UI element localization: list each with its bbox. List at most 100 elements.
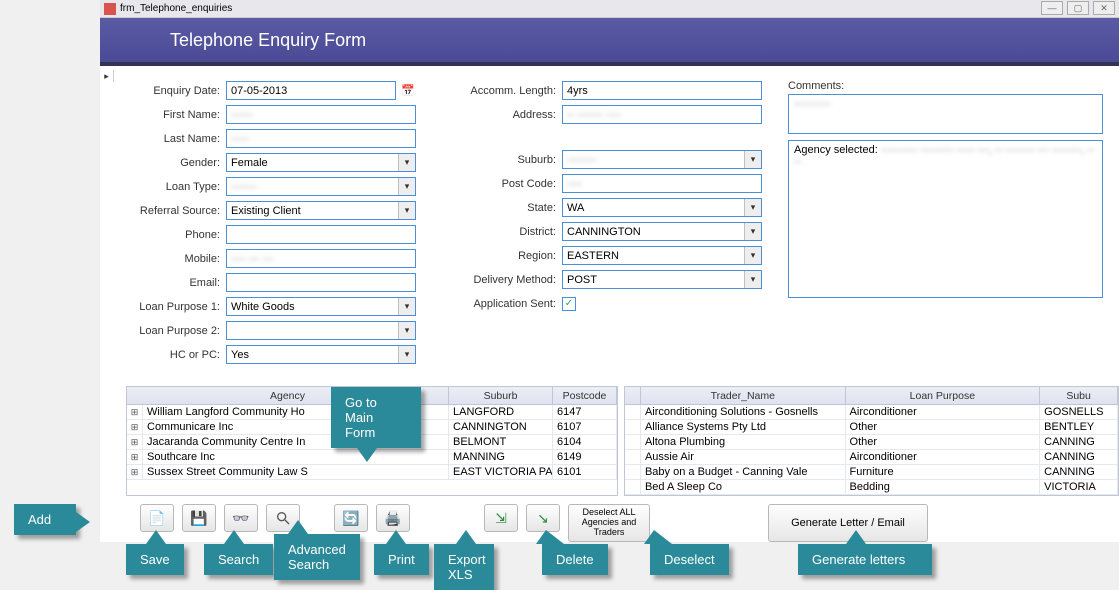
agency-grid-header-postcode[interactable]: Postcode [553,387,617,404]
comments-textarea[interactable]: ---------- [788,94,1103,134]
expand-icon[interactable]: ⊞ [127,435,143,449]
referral-source-label: Referral Source: [116,205,226,217]
close-button[interactable]: ✕ [1093,1,1115,15]
row-selector[interactable] [625,420,641,434]
maximize-button[interactable]: ▢ [1067,1,1089,15]
suburb-cell[interactable]: MANNING [449,450,553,464]
agency-grid-row[interactable]: ⊞Sussex Street Community Law SEAST VICTO… [127,465,617,480]
toolbar: 📄 💾 👓 🔄 🖨️ ⇲ ↘ Deselect ALL Agencies and… [100,496,1119,542]
region-combo[interactable]: EASTERN [562,246,762,265]
address-input[interactable]: -- ------- ---- [562,105,762,124]
agency-selected-prefix: Agency selected: [794,144,878,156]
suburb-cell[interactable]: CANNINGTON [449,420,553,434]
trader-grid-header-trader[interactable]: Trader_Name [641,387,846,404]
expand-icon[interactable]: ⊞ [127,465,143,479]
loan-purpose2-combo[interactable] [226,321,416,340]
referral-source-combo[interactable]: Existing Client [226,201,416,220]
trader-suburb-cell[interactable]: GOSNELLS [1040,405,1118,419]
trader-suburb-cell[interactable]: CANNING [1040,450,1118,464]
trader-cell[interactable]: Aussie Air [641,450,846,464]
agency-cell[interactable]: Sussex Street Community Law S [143,465,449,479]
trader-cell[interactable]: Alliance Systems Pty Ltd [641,420,846,434]
trader-suburb-cell[interactable]: CANNING [1040,465,1118,479]
row-selector[interactable] [625,465,641,479]
search-button[interactable]: 👓 [224,504,258,532]
suburb-cell[interactable]: EAST VICTORIA PA [449,465,553,479]
trader-grid-row[interactable]: Airconditioning Solutions - GosnellsAirc… [625,405,1118,420]
trader-suburb-cell[interactable]: BENTLEY [1040,420,1118,434]
trader-cell[interactable]: Altona Plumbing [641,435,846,449]
suburb-cell[interactable]: BELMONT [449,435,553,449]
district-combo[interactable]: CANNINGTON [562,222,762,241]
trader-grid[interactable]: Trader_Name Loan Purpose Subu Airconditi… [624,386,1119,496]
trader-suburb-cell[interactable]: VICTORIA [1040,480,1118,494]
hc-pc-combo[interactable]: Yes [226,345,416,364]
loan-purpose1-combo[interactable]: White Goods [226,297,416,316]
gender-combo[interactable]: Female [226,153,416,172]
enquiry-date-input[interactable]: 07-05-2013 [226,81,396,100]
title-bar: frm_Telephone_enquiries — ▢ ✕ [100,0,1119,18]
expand-icon[interactable]: ⊞ [127,420,143,434]
purpose-cell[interactable]: Other [846,420,1041,434]
trader-grid-row[interactable]: Alliance Systems Pty LtdOtherBENTLEY [625,420,1118,435]
suburb-cell[interactable]: LANGFORD [449,405,553,419]
trader-suburb-cell[interactable]: CANNING [1040,435,1118,449]
expand-icon[interactable]: ⊞ [127,405,143,419]
row-selector[interactable] [625,435,641,449]
delete-button[interactable]: ↘ [526,504,560,532]
loan-purpose1-label: Loan Purpose 1: [116,301,226,313]
row-selector[interactable] [625,450,641,464]
save-button[interactable]: 💾 [182,504,216,532]
purpose-cell[interactable]: Bedding [846,480,1041,494]
first-name-label: First Name: [116,109,226,121]
mobile-input[interactable]: ---- --- --- [226,249,416,268]
minimize-button[interactable]: — [1041,1,1063,15]
postcode-input[interactable]: ---- [562,174,762,193]
form-header: Telephone Enquiry Form [100,18,1119,62]
trader-grid-row[interactable]: Baby on a Budget - Canning ValeFurniture… [625,465,1118,480]
purpose-cell[interactable]: Airconditioner [846,450,1041,464]
trader-grid-header-purpose[interactable]: Loan Purpose [846,387,1041,404]
trader-cell[interactable]: Bed A Sleep Co [641,480,846,494]
main-form-button[interactable]: 🔄 [334,504,368,532]
state-combo[interactable]: WA [562,198,762,217]
row-selector[interactable] [625,405,641,419]
district-label: District: [442,226,562,238]
agency-grid-header-suburb[interactable]: Suburb [449,387,553,404]
trader-grid-header-suburb[interactable]: Subu [1040,387,1118,404]
postcode-cell[interactable]: 6107 [553,420,617,434]
first-name-input[interactable]: ------ [226,105,416,124]
last-name-input[interactable]: ----- [226,129,416,148]
trader-grid-row[interactable]: Bed A Sleep CoBeddingVICTORIA [625,480,1118,495]
accomm-length-input[interactable]: 4yrs [562,81,762,100]
print-button[interactable]: 🖨️ [376,504,410,532]
purpose-cell[interactable]: Airconditioner [846,405,1041,419]
app-window: frm_Telephone_enquiries — ▢ ✕ Telephone … [100,0,1119,542]
suburb-combo[interactable]: -------- [562,150,762,169]
postcode-cell[interactable]: 6101 [553,465,617,479]
loan-type-combo[interactable]: ------- [226,177,416,196]
application-sent-checkbox[interactable]: ✓ [562,297,576,311]
agency-selected-textarea[interactable]: Agency selected: ---------- --------- --… [788,140,1103,298]
trader-grid-row[interactable]: Aussie AirAirconditionerCANNING [625,450,1118,465]
agency-cell[interactable]: Southcare Inc [143,450,449,464]
expand-icon[interactable]: ⊞ [127,450,143,464]
export-xls-button[interactable]: ⇲ [484,504,518,532]
trader-cell[interactable]: Airconditioning Solutions - Gosnells [641,405,846,419]
add-button[interactable]: 📄 [140,504,174,532]
email-input[interactable] [226,273,416,292]
row-selector[interactable] [625,480,641,494]
delivery-method-combo[interactable]: POST [562,270,762,289]
deselect-all-button[interactable]: Deselect ALL Agencies and Traders [568,504,650,542]
trader-cell[interactable]: Baby on a Budget - Canning Vale [641,465,846,479]
purpose-cell[interactable]: Other [846,435,1041,449]
trader-grid-row[interactable]: Altona PlumbingOtherCANNING [625,435,1118,450]
postcode-cell[interactable]: 6149 [553,450,617,464]
phone-input[interactable] [226,225,416,244]
purpose-cell[interactable]: Furniture [846,465,1041,479]
record-selector[interactable]: ▸ [100,70,114,82]
calendar-icon[interactable]: 📅 [400,83,416,99]
deselect-all-label: Deselect ALL Agencies and Traders [569,508,649,538]
postcode-cell[interactable]: 6147 [553,405,617,419]
postcode-cell[interactable]: 6104 [553,435,617,449]
